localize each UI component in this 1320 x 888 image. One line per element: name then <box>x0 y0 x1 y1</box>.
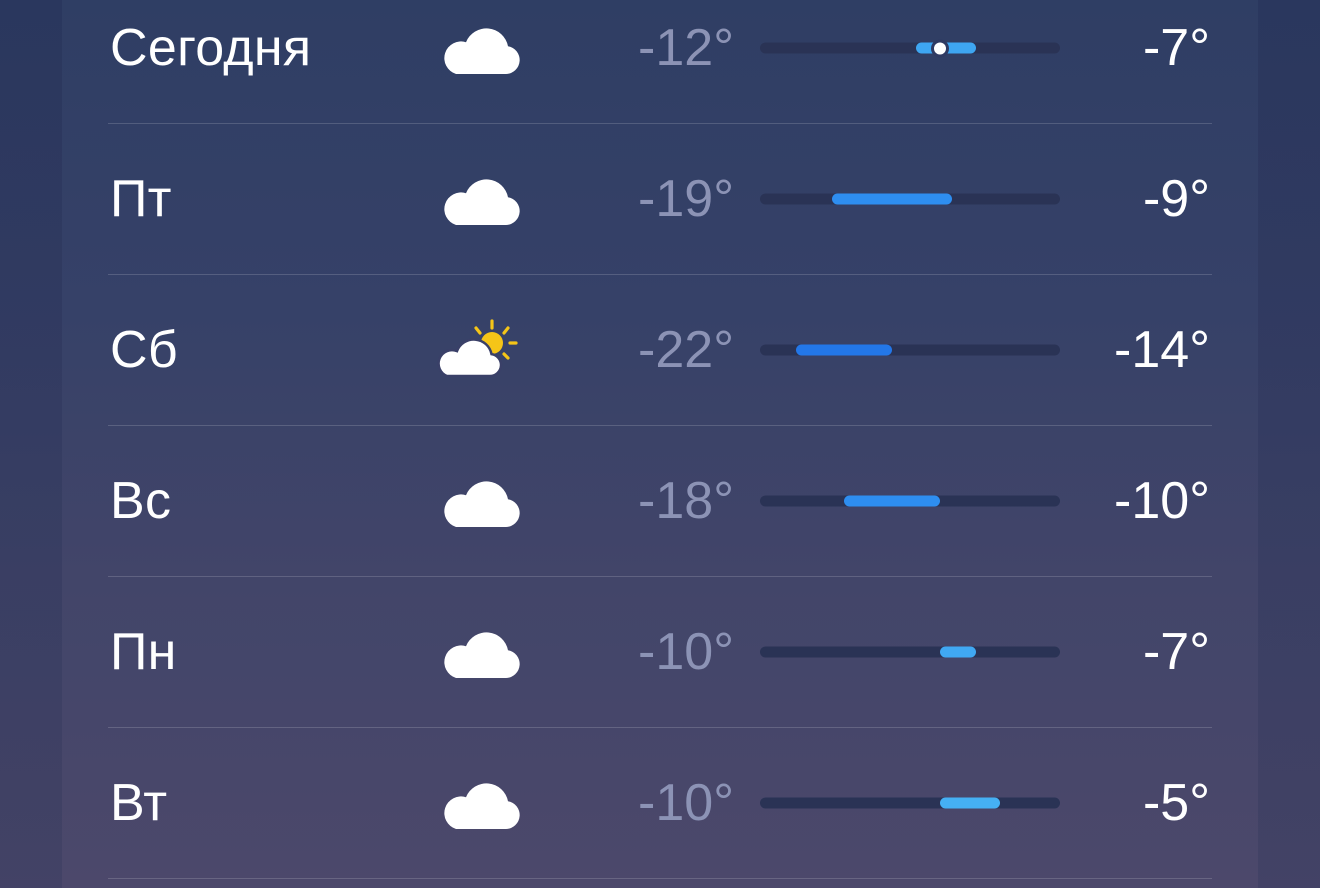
cloud-icon <box>436 16 526 80</box>
temperature-range-fill <box>844 495 940 507</box>
temperature-range-fill <box>940 797 1000 809</box>
partly-sunny-icon <box>436 318 526 382</box>
high-temp: -14° <box>1114 321 1210 379</box>
forecast-row[interactable]: Пт -19° -9° <box>108 124 1212 275</box>
high-temp: -5° <box>1142 774 1210 832</box>
high-temp: -9° <box>1142 170 1210 228</box>
temperature-range-bar <box>760 344 1060 356</box>
cloud-icon <box>436 469 526 533</box>
cloud-icon <box>436 771 526 835</box>
day-label: Вс <box>110 472 172 530</box>
temperature-range-bar <box>760 42 1060 54</box>
background-right-edge <box>1258 0 1320 888</box>
day-label: Сегодня <box>110 19 312 77</box>
forecast-row[interactable]: Сб -22° -14° <box>108 275 1212 426</box>
temperature-range-fill <box>916 42 976 54</box>
day-label: Сб <box>110 321 178 379</box>
low-temp: -19° <box>638 170 734 228</box>
temperature-range-bar <box>760 646 1060 658</box>
low-temp: -12° <box>638 19 734 77</box>
high-temp: -7° <box>1142 19 1210 77</box>
daily-forecast-list: Сегодня -12° -7° Пт -19° -9° Сб -22° -14° Вс -… <box>108 0 1212 879</box>
low-temp: -22° <box>638 321 734 379</box>
temperature-range-fill <box>796 344 892 356</box>
cloud-icon <box>436 620 526 684</box>
low-temp: -10° <box>638 623 734 681</box>
low-temp: -18° <box>638 472 734 530</box>
forecast-row[interactable]: Сегодня -12° -7° <box>108 0 1212 124</box>
forecast-row[interactable]: Пн -10° -7° <box>108 577 1212 728</box>
temperature-range-bar <box>760 495 1060 507</box>
cloud-icon <box>436 167 526 231</box>
forecast-row[interactable]: Вс -18° -10° <box>108 426 1212 577</box>
forecast-row[interactable]: Вт -10° -5° <box>108 728 1212 879</box>
day-label: Пн <box>110 623 177 681</box>
high-temp: -10° <box>1114 472 1210 530</box>
temperature-range-bar <box>760 193 1060 205</box>
day-label: Пт <box>110 170 172 228</box>
temperature-range-bar <box>760 797 1060 809</box>
day-label: Вт <box>110 774 168 832</box>
high-temp: -7° <box>1142 623 1210 681</box>
current-temp-dot <box>934 42 946 54</box>
background-left-edge <box>0 0 62 888</box>
temperature-range-fill <box>940 646 976 658</box>
low-temp: -10° <box>638 774 734 832</box>
temperature-range-fill <box>832 193 952 205</box>
